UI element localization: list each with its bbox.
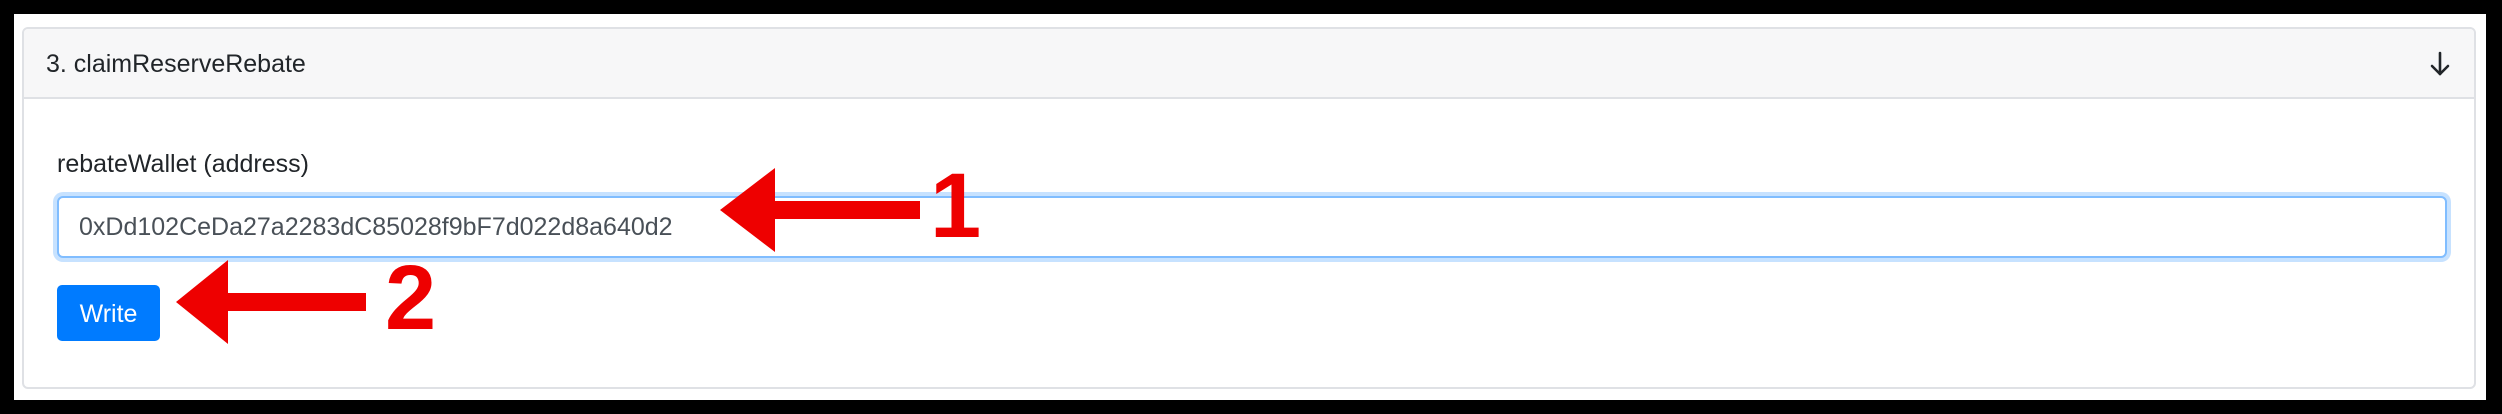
card-title: 3. claimReserveRebate bbox=[46, 50, 306, 78]
annotation-arrow-2 bbox=[176, 260, 366, 344]
rebate-wallet-label: rebateWallet (address) bbox=[57, 150, 309, 178]
annotation-arrow-1 bbox=[720, 168, 920, 252]
card-header[interactable]: 3. claimReserveRebate bbox=[24, 29, 2474, 99]
step-number-1: 1 bbox=[930, 155, 982, 257]
step-number-2: 2 bbox=[385, 247, 437, 349]
write-button[interactable]: Write bbox=[57, 285, 160, 341]
arrow-down-icon[interactable] bbox=[2428, 51, 2452, 77]
